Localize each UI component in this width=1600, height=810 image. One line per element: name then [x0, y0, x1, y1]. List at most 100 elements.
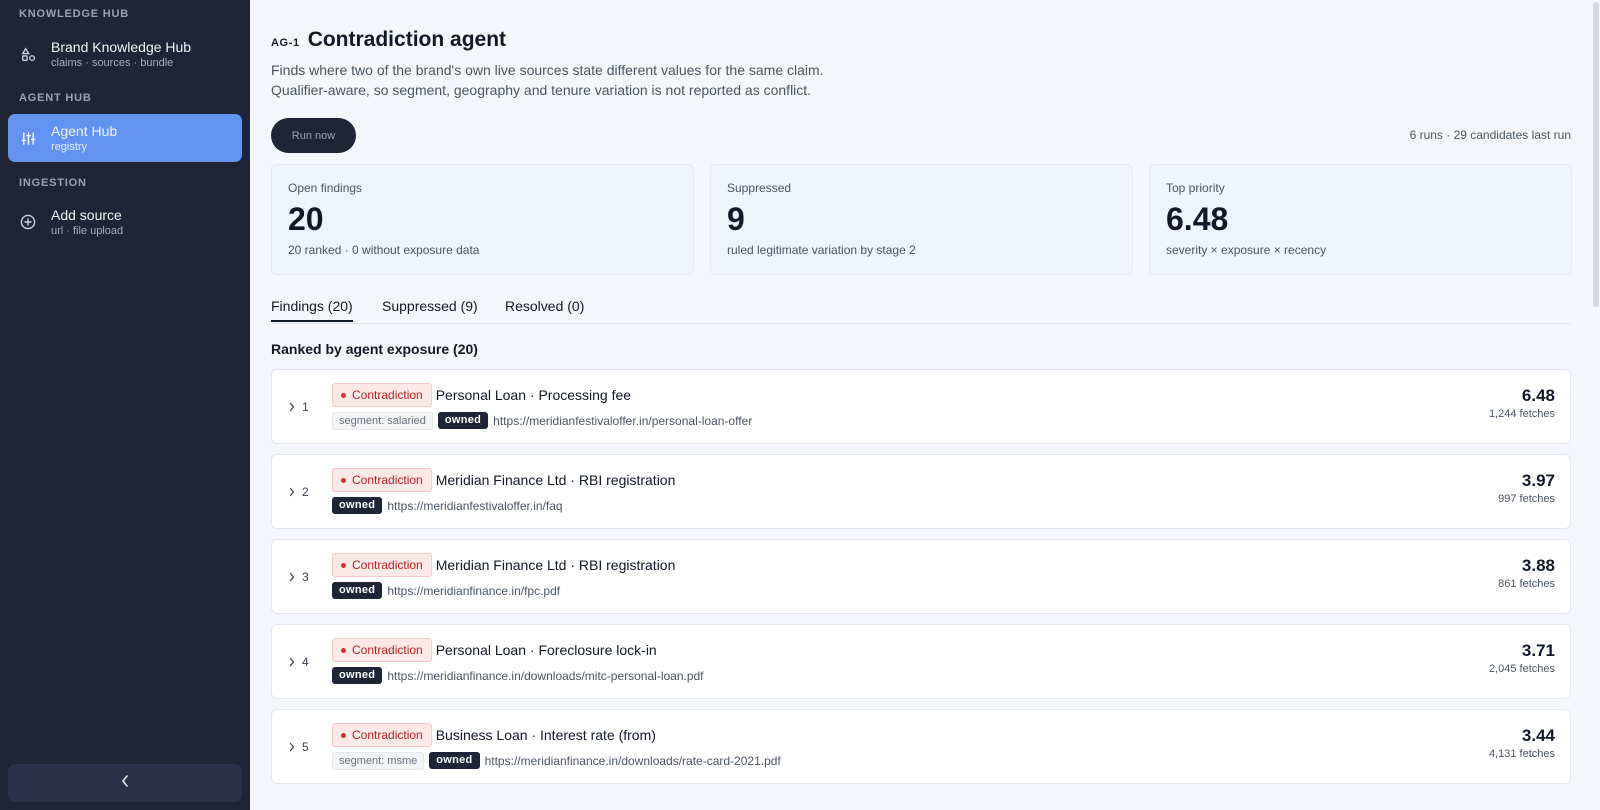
contradiction-badge: Contradiction: [332, 553, 432, 577]
finding-body: Contradiction Personal Loan · Foreclosur…: [332, 638, 704, 684]
stat-value: 9: [727, 201, 745, 237]
finding-body: Contradiction Meridian Finance Ltd · RBI…: [332, 468, 675, 514]
sidebar-item-brand-knowledge-hub[interactable]: Brand Knowledge Hub claims · sources · b…: [8, 30, 242, 78]
priority-score: 6.48: [1521, 386, 1555, 405]
chevron-right-icon[interactable]: [289, 572, 295, 582]
sidebar-item-label: Add source: [51, 207, 122, 223]
finding-body: Contradiction Personal Loan · Processing…: [332, 383, 752, 430]
chevron-right-icon[interactable]: [289, 657, 295, 667]
stat-label: Top priority: [1166, 181, 1225, 195]
finding-row[interactable]: 4 Contradiction Personal Loan · Foreclos…: [271, 624, 1571, 699]
agent-description: Finds where two of the brand's own live …: [271, 60, 824, 100]
row-rank: 2: [289, 485, 309, 499]
claim-title: Meridian Finance Ltd · RBI registration: [435, 472, 676, 488]
sidebar-item-sub: url · file upload: [51, 225, 124, 237]
finding-score: 3.71 2,045 fetches: [1489, 641, 1555, 675]
section-agent-hub: AGENT HUB: [19, 92, 92, 104]
fetch-count: 997 fetches: [1498, 493, 1555, 505]
fetch-count: 4,131 fetches: [1488, 748, 1555, 760]
list-heading: Ranked by agent exposure (20): [271, 341, 478, 357]
source-url[interactable]: https://meridianfinance.in/downloads/rat…: [485, 754, 781, 768]
finding-score: 3.97 997 fetches: [1498, 471, 1555, 505]
contradiction-badge: Contradiction: [332, 723, 432, 747]
owned-chip: owned: [429, 752, 480, 769]
owned-chip: owned: [437, 412, 489, 429]
sidebar-item-agent-hub[interactable]: Agent Hub registry: [8, 114, 242, 162]
badge-label: Contradiction: [352, 388, 423, 402]
sliders-icon: [20, 130, 36, 146]
source-url[interactable]: https://meridianfestivaloffer.in/faq: [387, 499, 562, 513]
scrollbar-thumb[interactable]: [1593, 2, 1599, 307]
contradiction-badge: Contradiction: [332, 638, 432, 662]
dot-icon: [341, 732, 346, 738]
chevron-right-icon[interactable]: [289, 402, 295, 412]
chevron-right-icon[interactable]: [289, 487, 295, 497]
finding-score: 6.48 1,244 fetches: [1489, 386, 1555, 420]
fetch-count: 1,244 fetches: [1488, 408, 1555, 420]
collapse-sidebar-button[interactable]: [8, 764, 242, 802]
stat-value: 20: [288, 201, 324, 237]
finding-score: 3.88 861 fetches: [1498, 556, 1555, 590]
claim-title: Business Loan · Interest rate (from): [435, 727, 656, 743]
plus-circle-icon: [20, 214, 36, 230]
section-ingestion: INGESTION: [19, 177, 87, 189]
finding-row[interactable]: 3 Contradiction Meridian Finance Ltd · R…: [271, 539, 1571, 614]
dot-icon: [341, 392, 346, 398]
tab-suppressed[interactable]: Suppressed (9): [382, 298, 478, 320]
finding-row[interactable]: 2 Contradiction Meridian Finance Ltd · R…: [271, 454, 1571, 529]
badge-label: Contradiction: [352, 473, 423, 487]
owned-chip: owned: [332, 667, 383, 684]
source-url[interactable]: https://meridianfinance.in/downloads/mit…: [387, 669, 703, 683]
tab-findings[interactable]: Findings (20): [271, 298, 353, 322]
stat-sub: severity × exposure × recency: [1166, 243, 1327, 257]
stat-card-suppressed: Suppressed 9 ruled legitimate variation …: [710, 164, 1133, 275]
tab-resolved[interactable]: Resolved (0): [505, 298, 584, 320]
rank-number: 3: [302, 570, 309, 584]
stat-sub: 20 ranked · 0 without exposure data: [288, 243, 480, 257]
source-url[interactable]: https://meridianfinance.in/fpc.pdf: [387, 584, 560, 598]
priority-score: 3.97: [1521, 471, 1555, 490]
segment-chip: segment: msme: [332, 751, 425, 770]
finding-body: Contradiction Business Loan · Interest r…: [332, 723, 781, 770]
rank-number: 4: [302, 655, 309, 669]
run-now-button[interactable]: Run now: [271, 118, 356, 153]
description-line-1: Finds where two of the brand's own live …: [271, 62, 824, 78]
row-rank: 1: [289, 400, 309, 414]
finding-score: 3.44 4,131 fetches: [1489, 726, 1555, 760]
shapes-icon: [20, 46, 36, 62]
page-title: Contradiction agent: [307, 28, 507, 51]
sidebar-item-add-source[interactable]: Add source url · file upload: [8, 198, 242, 246]
stat-sub: ruled legitimate variation by stage 2: [727, 243, 916, 257]
stat-label: Suppressed: [727, 181, 792, 195]
claim-title: Personal Loan · Foreclosure lock-in: [435, 642, 657, 658]
badge-label: Contradiction: [352, 558, 423, 572]
sidebar: KNOWLEDGE HUB Brand Knowledge Hub claims…: [0, 0, 250, 810]
claim-title: Personal Loan · Processing fee: [435, 387, 632, 403]
description-line-2: Qualifier-aware, so segment, geography a…: [271, 82, 812, 98]
sidebar-item-label: Brand Knowledge Hub: [51, 39, 192, 55]
stat-card-top-priority: Top priority 6.48 severity × exposure × …: [1149, 164, 1572, 275]
page-header: AG-1 Contradiction agent: [271, 28, 506, 52]
priority-score: 3.71: [1521, 641, 1555, 660]
badge-label: Contradiction: [352, 728, 423, 742]
chevron-right-icon[interactable]: [289, 742, 295, 752]
contradiction-badge: Contradiction: [332, 383, 432, 407]
runs-meta: 6 runs · 29 candidates last run: [1409, 128, 1571, 142]
owned-chip: owned: [332, 497, 383, 514]
finding-row[interactable]: 5 Contradiction Business Loan · Interest…: [271, 709, 1571, 784]
priority-score: 3.44: [1521, 726, 1555, 745]
contradiction-badge: Contradiction: [332, 468, 432, 492]
rank-number: 1: [302, 400, 309, 414]
rank-number: 2: [302, 485, 309, 499]
priority-score: 3.88: [1521, 556, 1555, 575]
row-rank: 5: [289, 740, 309, 754]
finding-body: Contradiction Meridian Finance Ltd · RBI…: [332, 553, 675, 599]
stat-value: 6.48: [1166, 201, 1229, 237]
finding-row[interactable]: 1 Contradiction Personal Loan · Processi…: [271, 369, 1571, 444]
sidebar-item-sub: claims · sources · bundle: [51, 57, 174, 69]
row-rank: 3: [289, 570, 309, 584]
scrollbar[interactable]: [1592, 0, 1600, 810]
stat-label: Open findings: [288, 181, 363, 195]
dot-icon: [341, 647, 346, 653]
source-url[interactable]: https://meridianfestivaloffer.in/persona…: [493, 414, 752, 428]
